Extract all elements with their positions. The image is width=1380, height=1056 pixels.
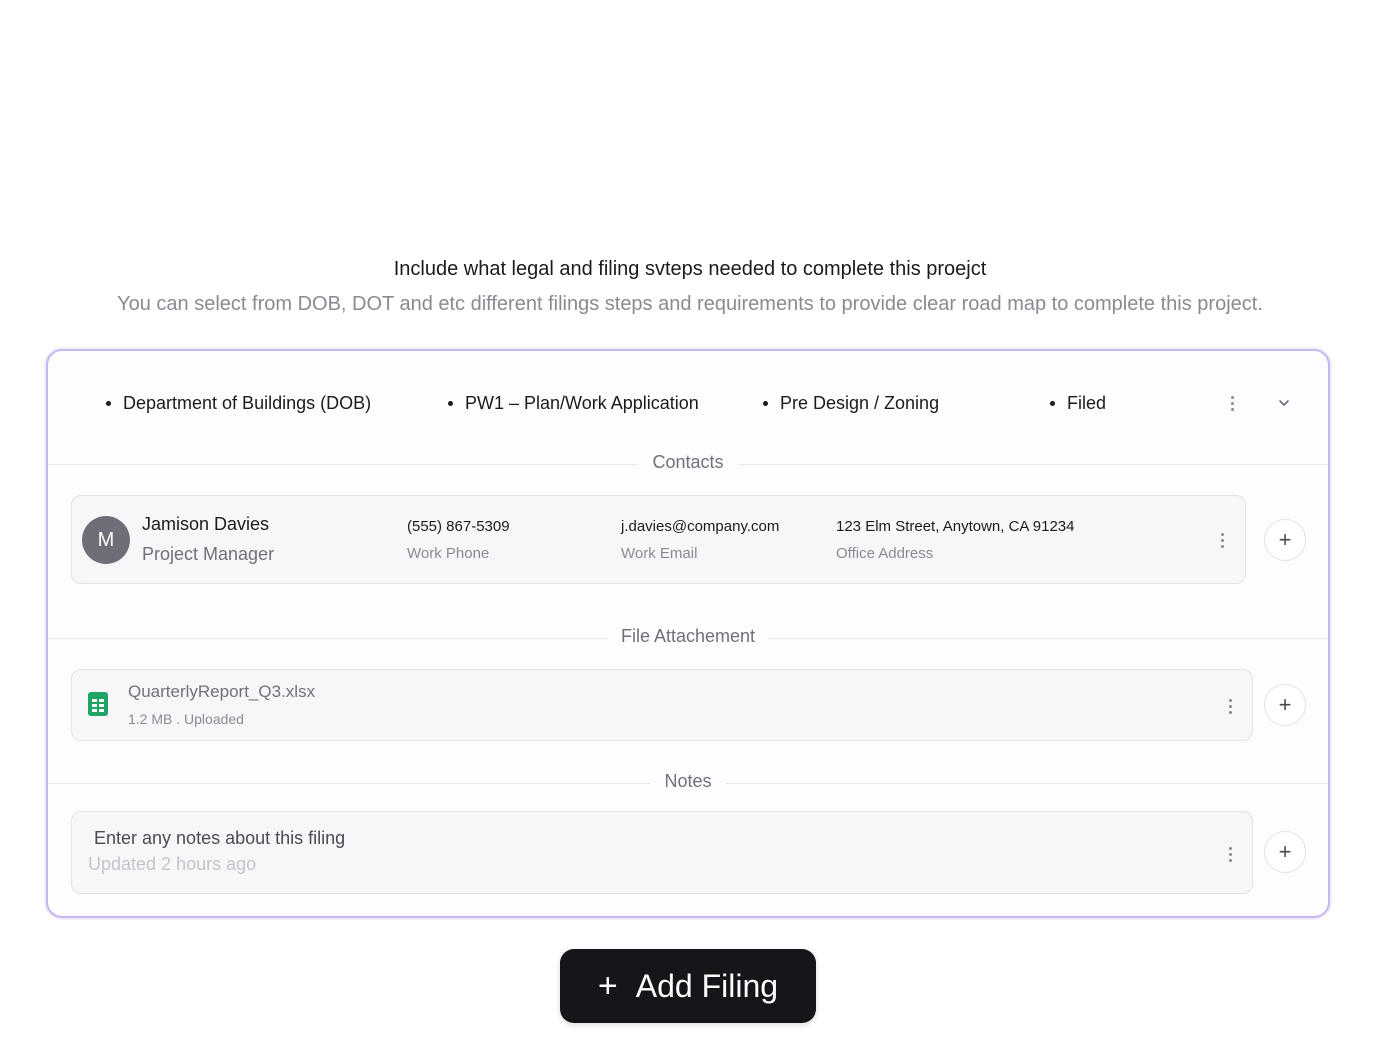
filing-form-label: PW1 – Plan/Work Application (465, 393, 699, 413)
page-title: Include what legal and filing svteps nee… (393, 258, 987, 280)
plus-icon: + (597, 967, 618, 1005)
notes-section-label: Notes (650, 771, 726, 792)
contact-address: 123 Elm Street, Anytown, CA 91234 (836, 518, 1075, 535)
bullet-icon (763, 401, 768, 406)
filing-card: Department of Buildings (DOB) PW1 – Plan… (46, 349, 1330, 918)
file-more-icon[interactable] (1220, 694, 1240, 718)
file-attachment-card[interactable]: QuarterlyReport_Q3.xlsx 1.2 MB . Uploade… (71, 669, 1253, 741)
contact-email[interactable]: j.davies@company.com (621, 518, 779, 535)
notes-card: Updated 2 hours ago (71, 811, 1253, 894)
attachments-section-divider: File Attachement (48, 626, 1328, 650)
filing-status: Filed (1050, 393, 1106, 414)
file-meta: 1.2 MB . Uploaded (128, 711, 244, 727)
file-name[interactable]: QuarterlyReport_Q3.xlsx (128, 682, 315, 702)
filing-form: PW1 – Plan/Work Application (448, 393, 699, 414)
filing-more-icon[interactable] (1222, 391, 1242, 415)
contacts-section-divider: Contacts (48, 452, 1328, 476)
filing-agency-label: Department of Buildings (DOB) (123, 393, 372, 413)
contact-card[interactable]: M Jamison Davies Project Manager (555) 8… (71, 495, 1246, 584)
add-contact-button[interactable]: + (1264, 519, 1306, 561)
notes-more-icon[interactable] (1220, 842, 1240, 866)
notes-input[interactable] (94, 826, 694, 850)
filing-agency: Department of Buildings (DOB) (106, 393, 371, 414)
bullet-icon (448, 401, 453, 406)
avatar: M (82, 516, 130, 564)
contact-address-label: Office Address (836, 545, 934, 562)
add-attachment-button[interactable]: + (1264, 684, 1306, 726)
page: Include what legal and filing svteps nee… (0, 0, 1380, 1056)
contact-email-label: Work Email (621, 545, 698, 562)
add-filing-button[interactable]: + Add Filing (560, 949, 816, 1023)
filing-status-label: Filed (1067, 393, 1107, 413)
spreadsheet-file-icon (88, 692, 108, 716)
add-filing-label: Add Filing (635, 967, 779, 1004)
contact-phone-label: Work Phone (407, 545, 490, 562)
bullet-icon (1050, 401, 1055, 406)
attachments-section-label: File Attachement (606, 626, 770, 647)
notes-updated-time: Updated 2 hours ago (88, 854, 257, 874)
filing-header[interactable]: Department of Buildings (DOB) PW1 – Plan… (48, 351, 1328, 463)
contact-role: Project Manager (142, 544, 275, 564)
contact-phone[interactable]: (555) 867-5309 (407, 518, 510, 535)
chevron-down-icon[interactable] (1276, 395, 1292, 411)
filing-phase: Pre Design / Zoning (763, 393, 939, 414)
bullet-icon (106, 401, 111, 406)
contact-more-icon[interactable] (1212, 528, 1232, 552)
add-note-button[interactable]: + (1264, 831, 1306, 873)
filing-phase-label: Pre Design / Zoning (780, 393, 940, 413)
contacts-section-label: Contacts (638, 452, 738, 473)
page-subtitle: You can select from DOB, DOT and etc dif… (117, 293, 1263, 315)
contact-name: Jamison Davies (142, 514, 270, 534)
notes-section-divider: Notes (48, 771, 1328, 795)
